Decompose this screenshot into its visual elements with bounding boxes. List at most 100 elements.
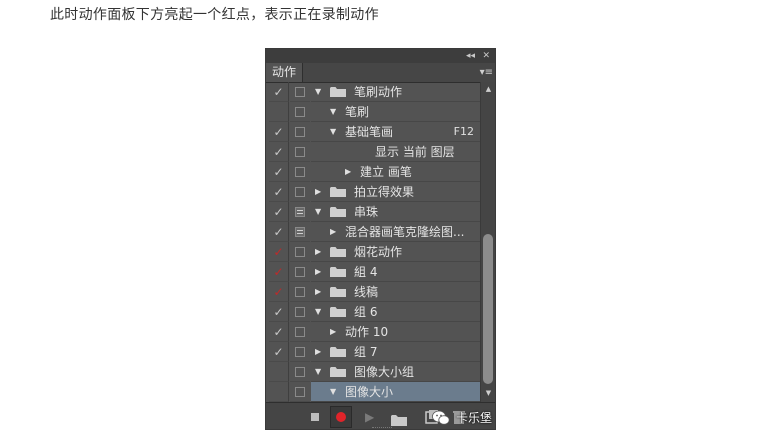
toggle-item-checkbox[interactable]: ✓ — [269, 122, 289, 142]
action-row-content[interactable]: ▼ 笔刷 — [311, 102, 480, 122]
action-row[interactable]: ✓ ▶ 混合器画笔克隆绘图... — [266, 222, 480, 242]
toggle-item-checkbox[interactable]: ✓ — [269, 322, 289, 342]
action-row[interactable]: ✓ ▶ 組 4 — [266, 262, 480, 282]
dialog-toggle[interactable] — [290, 302, 310, 322]
expand-open-icon[interactable]: ▼ — [330, 122, 336, 142]
action-row[interactable]: ✓ ▼ 笔刷动作 — [266, 82, 480, 102]
action-row[interactable]: ▼ 图像大小组 — [266, 362, 480, 382]
toggle-item-checkbox[interactable]: ✓ — [269, 282, 289, 302]
dialog-toggle[interactable] — [290, 182, 310, 202]
action-row[interactable]: ✓ ▼ 基础笔画 F12 — [266, 122, 480, 142]
toggle-item-checkbox[interactable] — [269, 102, 289, 122]
dialog-toggle[interactable] — [290, 382, 310, 402]
play-button[interactable]: ▶ — [365, 409, 381, 425]
action-row-content[interactable]: ▼ 图像大小组 — [311, 362, 480, 382]
panel-menu-icon[interactable]: ▾≡ — [480, 64, 493, 81]
action-row-content[interactable]: ▼ 笔刷动作 — [311, 82, 480, 102]
toggle-item-checkbox[interactable]: ✓ — [269, 202, 289, 222]
action-row[interactable]: ✓ ▶ 拍立得效果 — [266, 182, 480, 202]
new-set-button[interactable] — [391, 411, 407, 427]
action-row-content[interactable]: ▶ 线稿 — [311, 282, 480, 302]
folder-icon — [330, 287, 346, 297]
dialog-toggle[interactable] — [290, 122, 310, 142]
expand-open-icon[interactable]: ▼ — [315, 202, 321, 222]
action-row-label: 建立 画笔 — [360, 165, 412, 179]
empty-box-icon — [295, 187, 305, 197]
empty-box-icon — [295, 267, 305, 277]
dialog-toggle[interactable] — [290, 222, 310, 242]
dialog-toggle[interactable] — [290, 202, 310, 222]
scroll-up-icon[interactable]: ▲ — [481, 84, 495, 94]
toggle-item-checkbox[interactable]: ✓ — [269, 82, 289, 102]
action-row[interactable]: ▼ 图像大小 — [266, 382, 480, 402]
expand-closed-icon[interactable]: ▶ — [315, 182, 321, 202]
toggle-item-checkbox[interactable]: ✓ — [269, 342, 289, 362]
action-row[interactable]: ✓ 显示 当前 图层 — [266, 142, 480, 162]
action-row-label: 组 6 — [354, 305, 378, 319]
toggle-item-checkbox[interactable]: ✓ — [269, 302, 289, 322]
dialog-toggle[interactable] — [290, 162, 310, 182]
action-row-content[interactable]: ▼ 串珠 — [311, 202, 480, 222]
expand-open-icon[interactable]: ▼ — [315, 302, 321, 322]
stop-recording-button[interactable] — [307, 409, 323, 425]
expand-closed-icon[interactable]: ▶ — [315, 282, 321, 302]
toggle-item-checkbox[interactable] — [269, 362, 289, 382]
action-row-content[interactable]: ▶ 建立 画笔 — [311, 162, 480, 182]
action-row-label: 动作 10 — [345, 325, 389, 339]
toggle-item-checkbox[interactable] — [269, 382, 289, 402]
scrollbar[interactable]: ▲ ▼ — [480, 82, 495, 402]
dialog-toggle[interactable] — [290, 282, 310, 302]
action-row[interactable]: ✓ ▼ 串珠 — [266, 202, 480, 222]
action-row[interactable]: ✓ ▶ 组 7 — [266, 342, 480, 362]
expand-closed-icon[interactable]: ▶ — [315, 262, 321, 282]
action-row-content[interactable]: ▶ 动作 10 — [311, 322, 480, 342]
dialog-toggle[interactable] — [290, 102, 310, 122]
action-row[interactable]: ✓ ▶ 建立 画笔 — [266, 162, 480, 182]
scrollbar-thumb[interactable] — [483, 234, 493, 384]
action-row-content[interactable]: ▼ 基础笔画 F12 — [311, 122, 480, 142]
action-row[interactable]: ✓ ▼ 组 6 — [266, 302, 480, 322]
expand-open-icon[interactable]: ▼ — [315, 82, 321, 102]
dialog-toggle[interactable] — [290, 362, 310, 382]
scroll-down-icon[interactable]: ▼ — [481, 388, 495, 398]
action-row[interactable]: ✓ ▶ 线稿 — [266, 282, 480, 302]
expand-closed-icon[interactable]: ▶ — [330, 222, 336, 242]
action-row-content[interactable]: ▶ 烟花动作 — [311, 242, 480, 262]
action-row-content[interactable]: ▶ 拍立得效果 — [311, 182, 480, 202]
action-row[interactable]: ✓ ▶ 烟花动作 — [266, 242, 480, 262]
action-row-content[interactable]: ▼ 图像大小 — [311, 382, 480, 402]
action-row[interactable]: ▼ 笔刷 — [266, 102, 480, 122]
toggle-item-checkbox[interactable]: ✓ — [269, 162, 289, 182]
record-button[interactable] — [330, 406, 352, 428]
resize-grip[interactable] — [372, 427, 392, 429]
toggle-item-checkbox[interactable]: ✓ — [269, 262, 289, 282]
action-row-content[interactable]: ▼ 组 6 — [311, 302, 480, 322]
action-row-content[interactable]: ▶ 組 4 — [311, 262, 480, 282]
expand-closed-icon[interactable]: ▶ — [330, 322, 336, 342]
expand-open-icon[interactable]: ▼ — [315, 362, 321, 382]
toggle-item-checkbox[interactable]: ✓ — [269, 142, 289, 162]
dialog-toggle[interactable] — [290, 142, 310, 162]
actions-panel: ◂◂ ✕ 动作 ▾≡ ✓ ▼ 笔刷动作 ▼ 笔刷 ✓ ▼ 基础笔画 F12 ✓ 显示 当前 图层 ✓ ▶… — [265, 48, 496, 430]
toggle-item-checkbox[interactable]: ✓ — [269, 222, 289, 242]
dialog-toggle[interactable] — [290, 82, 310, 102]
folder-icon — [330, 367, 346, 377]
action-row[interactable]: ✓ ▶ 动作 10 — [266, 322, 480, 342]
toggle-item-checkbox[interactable]: ✓ — [269, 182, 289, 202]
dialog-toggle[interactable] — [290, 262, 310, 282]
expand-closed-icon[interactable]: ▶ — [315, 342, 321, 362]
action-row-content[interactable]: 显示 当前 图层 — [311, 142, 480, 162]
tab-actions[interactable]: 动作 — [266, 63, 303, 82]
action-row-content[interactable]: ▶ 组 7 — [311, 342, 480, 362]
dialog-toggle[interactable] — [290, 342, 310, 362]
collapse-icon[interactable]: ◂◂ — [466, 49, 475, 63]
expand-open-icon[interactable]: ▼ — [330, 382, 336, 402]
expand-closed-icon[interactable]: ▶ — [315, 242, 321, 262]
expand-open-icon[interactable]: ▼ — [330, 102, 336, 122]
expand-closed-icon[interactable]: ▶ — [345, 162, 351, 182]
close-icon[interactable]: ✕ — [482, 49, 490, 63]
action-row-content[interactable]: ▶ 混合器画笔克隆绘图... — [311, 222, 480, 242]
toggle-item-checkbox[interactable]: ✓ — [269, 242, 289, 262]
dialog-toggle[interactable] — [290, 322, 310, 342]
dialog-toggle[interactable] — [290, 242, 310, 262]
